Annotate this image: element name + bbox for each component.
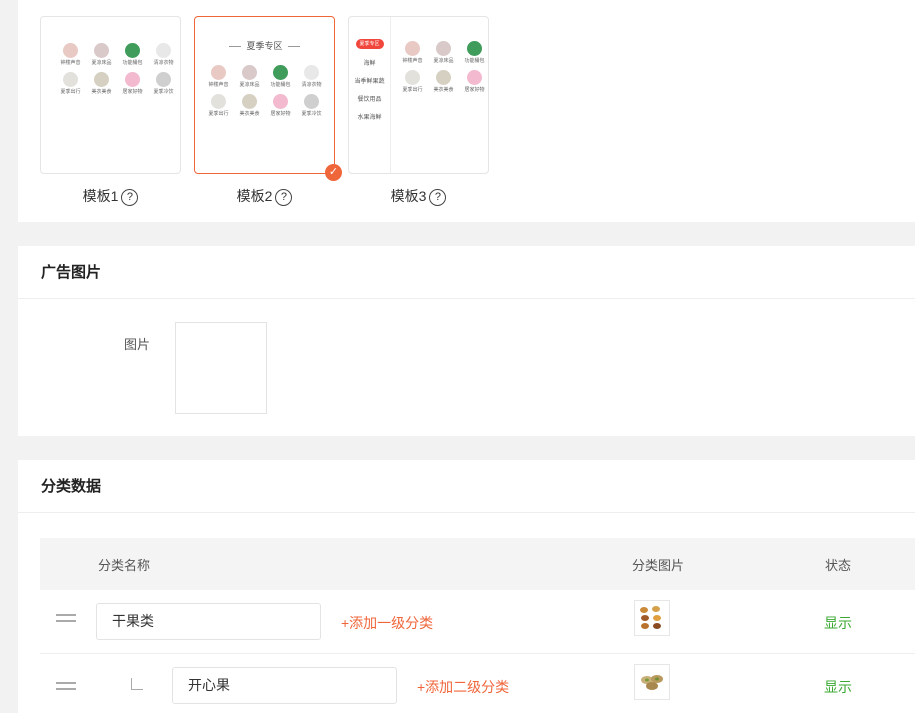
sidebar-active-pill: 夏季专区 xyxy=(355,39,384,49)
dried-fruit-image-icon xyxy=(640,606,661,629)
category-image-thumbnail[interactable] xyxy=(634,664,670,700)
grid-item: 美衣美食 xyxy=(428,70,459,93)
ad-image-section: 广告图片 图片 xyxy=(18,246,915,436)
column-header-status: 状态 xyxy=(825,558,852,573)
column-header-image: 分类图片 xyxy=(632,558,685,573)
add-level2-category-link[interactable]: +添加二级分类 xyxy=(417,677,509,697)
table-header: 分类名称 分类图片 状态 xyxy=(40,538,915,590)
grid-item: 夏季冷饮 xyxy=(296,94,327,117)
sidebar-item: 当季鲜果蔬 xyxy=(354,79,385,85)
grid-item: 清凉衣物 xyxy=(148,43,179,66)
selected-check-icon: ✓ xyxy=(325,164,342,181)
status-visible[interactable]: 显示 xyxy=(824,613,852,633)
drag-handle-icon[interactable] xyxy=(56,614,76,622)
template-2-header: 夏季专区 xyxy=(195,39,334,52)
template-2-label: 模板2? xyxy=(194,186,335,206)
sidebar-item: 海鲜 xyxy=(363,61,376,67)
grid-item: 夏凉床品 xyxy=(86,43,117,66)
grid-item: 美衣美食 xyxy=(86,72,117,95)
help-icon[interactable]: ? xyxy=(429,189,447,206)
template-1-grid: 钟楼声音 夏凉床品 功能桶包 清凉衣物 夏季出行 美衣美食 居家好物 夏季冷饮 xyxy=(55,43,179,95)
grid-item: 功能桶包 xyxy=(265,65,296,88)
grid-item: 居家好物 xyxy=(265,94,296,117)
drag-handle-icon[interactable] xyxy=(56,682,76,690)
grid-item: 夏季冷饮 xyxy=(148,72,179,95)
grid-item: 居家好物 xyxy=(117,72,148,95)
pistachio-image-icon xyxy=(641,675,663,690)
sidebar-item: 水果海鲜 xyxy=(357,115,382,121)
help-icon[interactable]: ? xyxy=(121,189,139,206)
category-name-input[interactable]: 开心果 xyxy=(172,667,397,704)
grid-item: 夏凉床品 xyxy=(428,41,459,64)
status-visible[interactable]: 显示 xyxy=(824,677,852,697)
template-3-label: 模板3? xyxy=(348,186,489,206)
template-1-label: 模板1? xyxy=(40,186,181,206)
grid-item: 清凉衣物 xyxy=(296,65,327,88)
grid-item: 功能桶包 xyxy=(117,43,148,66)
table-row: 开心果 +添加二级分类 显示 xyxy=(40,654,915,713)
add-level1-category-link[interactable]: +添加一级分类 xyxy=(341,613,433,633)
template-2-card[interactable]: 夏季专区 钟楼声音 夏凉床品 功能桶包 清凉衣物 夏季出行 美衣美食 居家好物 … xyxy=(194,16,342,181)
column-header-name: 分类名称 xyxy=(98,558,151,573)
table-row: 干果类 +添加一级分类 显示 xyxy=(40,590,915,654)
grid-item: 夏凉床品 xyxy=(234,65,265,88)
section-title: 分类数据 xyxy=(18,460,915,513)
sub-level-indent-icon xyxy=(131,678,143,690)
grid-item: 夏季出行 xyxy=(397,70,428,93)
template-2-grid: 钟楼声音 夏凉床品 功能桶包 清凉衣物 夏季出行 美衣美食 居家好物 夏季冷饮 xyxy=(203,65,327,117)
image-field-label: 图片 xyxy=(124,337,151,352)
help-icon[interactable]: ? xyxy=(275,189,293,206)
grid-item: 钟楼声音 xyxy=(203,65,234,88)
grid-item: 美衣美食 xyxy=(234,94,265,117)
template-3-card[interactable]: 夏季专区 海鲜 当季鲜果蔬 餐饮用品 水果海鲜 钟楼声音 夏凉床品 功能桶包 夏… xyxy=(348,16,489,174)
grid-item: 夏季出行 xyxy=(203,94,234,117)
grid-item: 钟楼声音 xyxy=(55,43,86,66)
grid-item: 居家好物 xyxy=(459,70,490,93)
category-data-section: 分类数据 分类名称 分类图片 状态 干果类 +添加一级分类 显示 开心果 +添加… xyxy=(18,460,915,713)
template-3-sidebar: 夏季专区 海鲜 当季鲜果蔬 餐饮用品 水果海鲜 xyxy=(349,17,391,173)
grid-item: 钟楼声音 xyxy=(397,41,428,64)
template-3-grid: 钟楼声音 夏凉床品 功能桶包 夏季出行 美衣美食 居家好物 xyxy=(397,41,490,93)
sidebar-item: 餐饮用品 xyxy=(357,97,382,103)
category-image-thumbnail[interactable] xyxy=(634,600,670,636)
template-1-card[interactable]: 钟楼声音 夏凉床品 功能桶包 清凉衣物 夏季出行 美衣美食 居家好物 夏季冷饮 xyxy=(40,16,181,174)
grid-item: 功能桶包 xyxy=(459,41,490,64)
template-selector: 钟楼声音 夏凉床品 功能桶包 清凉衣物 夏季出行 美衣美食 居家好物 夏季冷饮 … xyxy=(18,0,915,222)
image-upload-box[interactable] xyxy=(175,322,267,414)
grid-item: 夏季出行 xyxy=(55,72,86,95)
category-name-input[interactable]: 干果类 xyxy=(96,603,321,640)
section-title: 广告图片 xyxy=(18,246,915,299)
